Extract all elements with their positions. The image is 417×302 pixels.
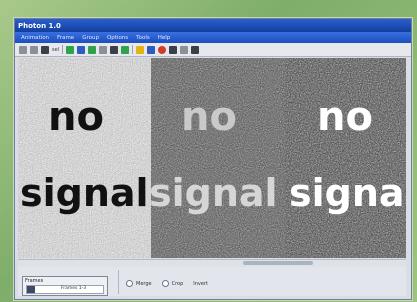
lower-panel: Frames Frames 1-3 Merge Crop Invert	[18, 259, 406, 296]
frame-2-word-bottom: signal	[151, 171, 278, 215]
settings-icon[interactable]	[191, 45, 200, 54]
save-icon[interactable]	[41, 45, 49, 54]
option-crop-label: Crop	[171, 280, 184, 287]
merge-radio[interactable]	[126, 280, 133, 287]
option-invert[interactable]: Invert	[193, 281, 208, 287]
play-icon[interactable]	[169, 45, 178, 54]
toolbar-separator	[62, 45, 64, 54]
option-merge[interactable]: Merge	[126, 280, 152, 287]
menu-options[interactable]: Options	[107, 35, 128, 41]
draw-tool-icon[interactable]	[77, 45, 86, 54]
toolbar-field-label: sel	[52, 46, 60, 53]
menu-help[interactable]: Help	[158, 35, 171, 41]
open-folder-icon[interactable]	[30, 45, 38, 54]
frame-range-value: Frames 1-3	[61, 286, 87, 291]
option-invert-label: Invert	[193, 280, 208, 287]
noise-frame-1: no signal	[18, 58, 151, 258]
menu-tools[interactable]: Tools	[136, 35, 150, 41]
window-title: Photon 1.0	[18, 21, 61, 30]
frame-panel-2[interactable]: no signal	[151, 58, 285, 258]
select-frame-icon[interactable]	[66, 45, 75, 54]
frame-panel-3[interactable]: no signal	[285, 58, 406, 258]
frame-panel-1[interactable]: no signal	[18, 58, 151, 258]
frame-range-box: Frames Frames 1-3	[22, 276, 108, 296]
panel-divider	[118, 270, 119, 294]
marker-icon[interactable]	[136, 45, 145, 54]
horizontal-scrollbar[interactable]	[18, 260, 406, 267]
menu-frame[interactable]: Frame	[57, 35, 74, 41]
menu-animation[interactable]: Animation	[21, 35, 49, 41]
frame-range-label: Frames	[25, 278, 44, 284]
menu-bar: Animation Frame Group Options Tools Help	[15, 32, 411, 43]
title-bar: Photon 1.0	[15, 19, 411, 32]
frame-3-word-bottom: signal	[289, 171, 406, 215]
record-icon[interactable]	[158, 45, 167, 54]
frame-1-word-bottom: signal	[20, 171, 149, 215]
frame-range-button[interactable]	[27, 286, 35, 293]
new-file-icon[interactable]	[19, 45, 27, 54]
grid-icon[interactable]	[110, 45, 119, 54]
toolbar-separator	[132, 45, 134, 54]
pointer-icon[interactable]	[147, 45, 156, 54]
option-merge-label: Merge	[136, 280, 152, 287]
frame-1-word-top: no	[48, 94, 104, 140]
move-icon[interactable]	[121, 45, 130, 54]
shape-tool-icon[interactable]	[88, 45, 97, 54]
option-crop[interactable]: Crop	[161, 280, 184, 287]
toolbar: sel	[15, 43, 411, 57]
frame-viewer: no signal no signal no signal	[18, 58, 406, 258]
options-group: Merge Crop Invert	[126, 280, 208, 287]
scrollbar-thumb[interactable]	[243, 261, 313, 265]
frame-range-field[interactable]: Frames 1-3	[26, 285, 104, 294]
stop-icon[interactable]	[180, 45, 189, 54]
noise-frame-2: no signal	[151, 58, 285, 258]
frame-3-word-top: no	[317, 94, 373, 140]
app-window: Photon 1.0 Animation Frame Group Options…	[14, 18, 412, 300]
zoom-icon[interactable]	[99, 45, 108, 54]
menu-group[interactable]: Group	[82, 35, 99, 41]
noise-frame-3: no signal	[285, 58, 406, 258]
crop-radio[interactable]	[161, 280, 169, 287]
frame-2-word-top: no	[181, 94, 237, 140]
